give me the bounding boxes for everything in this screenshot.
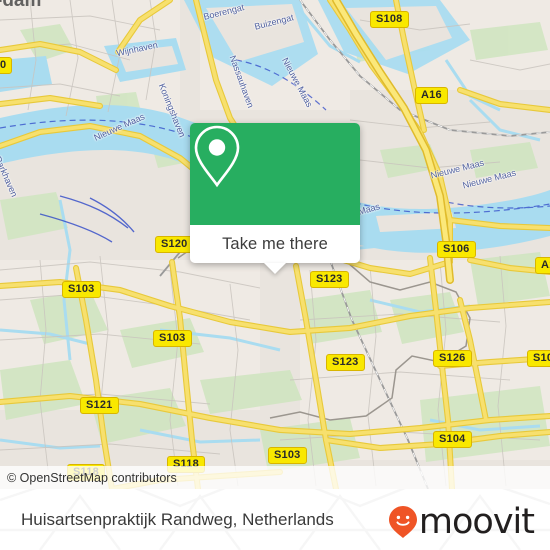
attribution-text[interactable]: © OpenStreetMap contributors: [0, 471, 177, 485]
road-shield-s103[interactable]: S103: [268, 447, 307, 464]
road-shield-s123[interactable]: S123: [310, 271, 349, 288]
road-shield-s103[interactable]: S103: [62, 281, 101, 298]
road-shield-partial[interactable]: 0: [0, 57, 13, 74]
road-shield-a16[interactable]: A16: [415, 87, 448, 104]
screenshot-root: -dam Boerengat Buizengat Wijnhaven Konin…: [0, 0, 550, 550]
take-me-there-label: Take me there: [222, 234, 328, 253]
road-shield-a16[interactable]: A16: [535, 257, 550, 274]
map-attribution-bar: © OpenStreetMap contributors: [0, 466, 550, 489]
map-pin-icon: [194, 125, 240, 188]
moovit-pin-icon: [388, 506, 417, 538]
footer-bar: Huisartsenpraktijk Randweg, Netherlands …: [0, 489, 550, 550]
road-shield-s105[interactable]: S105: [527, 350, 550, 367]
take-me-there-card[interactable]: Take me there: [190, 123, 360, 274]
moovit-wordmark: moovit: [418, 501, 535, 542]
map-canvas[interactable]: -dam Boerengat Buizengat Wijnhaven Konin…: [0, 0, 550, 489]
road-shield-s121[interactable]: S121: [80, 397, 119, 414]
road-shield-s104[interactable]: S104: [433, 431, 472, 448]
moovit-brand[interactable]: moovit: [388, 501, 535, 542]
card-pointer: [264, 263, 286, 274]
card-action[interactable]: Take me there: [190, 225, 360, 263]
road-shield-s126[interactable]: S126: [433, 350, 472, 367]
road-shield-s120[interactable]: S120: [155, 236, 194, 253]
road-shield-s106[interactable]: S106: [437, 241, 476, 258]
place-title: Huisartsenpraktijk Randweg, Netherlands: [21, 509, 334, 529]
city-label: -dam: [0, 0, 42, 11]
road-shield-s123[interactable]: S123: [326, 354, 365, 371]
road-shield-s103[interactable]: S103: [153, 330, 192, 347]
road-shield-s108[interactable]: S108: [370, 11, 409, 28]
card-header: [190, 123, 360, 225]
